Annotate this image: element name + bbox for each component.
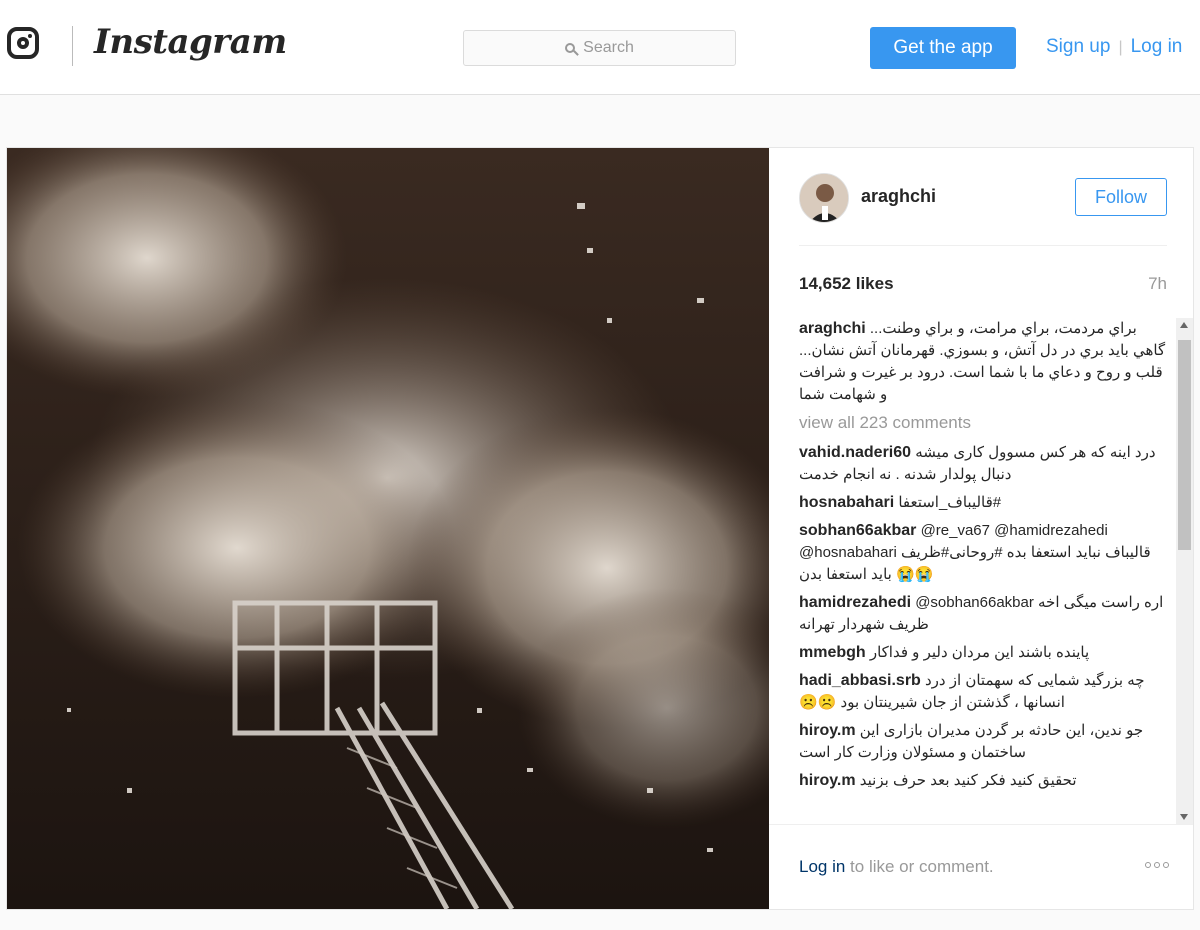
auth-divider: | (1118, 39, 1123, 56)
scroll-up-arrow-icon[interactable] (1180, 322, 1188, 328)
post-username[interactable]: araghchi (861, 186, 936, 207)
view-all-comments-link[interactable]: view all 223 comments (799, 412, 1169, 434)
header-divider (799, 245, 1167, 246)
login-prompt: Log in to like or comment. (799, 857, 994, 877)
comment-text: پاینده باشند این مردان دلیر و فداکار (869, 644, 1090, 661)
comments-list[interactable]: araghchi براي مردمت، براي مرامت، و براي … (799, 318, 1169, 824)
more-options-icon[interactable] (1145, 862, 1169, 868)
get-the-app-button[interactable]: Get the app (870, 27, 1016, 69)
instagram-wordmark[interactable]: Instagram (94, 22, 287, 62)
comment-username[interactable]: hosnabahari (799, 494, 894, 511)
sign-up-link[interactable]: Sign up (1046, 36, 1110, 57)
comment-username[interactable]: hamidrezahedi (799, 594, 911, 611)
auth-links: Sign up | Log in (1046, 36, 1182, 58)
comment-item: hiroy.m جو ندین، این حادثه بر گردن مدیرا… (799, 720, 1169, 764)
comment-text: تحقیق کنید فکر کنید بعد حرف بزنید (859, 772, 1077, 789)
login-prompt-link[interactable]: Log in (799, 857, 845, 876)
comment-item: hamidrezahedi @sobhan66akbar اره راست می… (799, 592, 1169, 636)
log-in-link[interactable]: Log in (1131, 36, 1183, 57)
comment-item: hadi_abbasi.srb چه بزرگید شمایی که سهمتا… (799, 670, 1169, 714)
instagram-camera-icon[interactable] (7, 27, 39, 59)
likes-count[interactable]: 14,652 likes (799, 274, 894, 294)
comment-text: #قالیباف_استعفا (898, 494, 1002, 511)
comment-username[interactable]: hadi_abbasi.srb (799, 672, 921, 689)
comment-item: vahid.naderi60 درد اینه که هر کس مسوول ک… (799, 442, 1169, 486)
post-photo[interactable] (7, 148, 769, 909)
comment-item: sobhan66akbar @re_va67 @hamidrezahedi @h… (799, 520, 1169, 586)
comment-username[interactable]: hiroy.m (799, 722, 856, 739)
comment-username[interactable]: vahid.naderi60 (799, 444, 911, 461)
caption-username[interactable]: araghchi (799, 320, 866, 337)
post-age[interactable]: 7h (1148, 274, 1167, 294)
comment-item: hosnabahari #قالیباف_استعفا (799, 492, 1169, 514)
login-prompt-bar: Log in to like or comment. (769, 824, 1193, 909)
profile-photo-icon (800, 174, 848, 222)
login-prompt-text: to like or comment. (845, 857, 994, 876)
fire-scene-image (7, 148, 769, 909)
comment-username[interactable]: mmebgh (799, 644, 866, 661)
comment-username[interactable]: sobhan66akbar (799, 522, 916, 539)
comment-item: mmebgh پاینده باشند این مردان دلیر و فدا… (799, 642, 1169, 664)
follow-button[interactable]: Follow (1075, 178, 1167, 216)
avatar[interactable] (799, 173, 849, 223)
comment-item: hiroy.m تحقیق کنید فکر کنید بعد حرف بزنی… (799, 770, 1169, 792)
search-placeholder: Search (583, 39, 634, 56)
logo-divider (72, 26, 73, 66)
search-input[interactable]: Search (463, 30, 736, 66)
comments-scrollbar[interactable] (1176, 318, 1193, 824)
top-nav: Instagram Search Get the app Sign up | Log… (0, 0, 1200, 95)
search-icon (565, 43, 576, 53)
post-card: araghchi Follow 14,652 likes 7h araghchi… (6, 147, 1194, 910)
scroll-down-arrow-icon[interactable] (1180, 814, 1188, 820)
caption: araghchi براي مردمت، براي مرامت، و براي … (799, 318, 1169, 406)
post-sidebar: araghchi Follow 14,652 likes 7h araghchi… (769, 148, 1193, 909)
comment-username[interactable]: hiroy.m (799, 772, 856, 789)
scrollbar-thumb[interactable] (1178, 340, 1191, 550)
